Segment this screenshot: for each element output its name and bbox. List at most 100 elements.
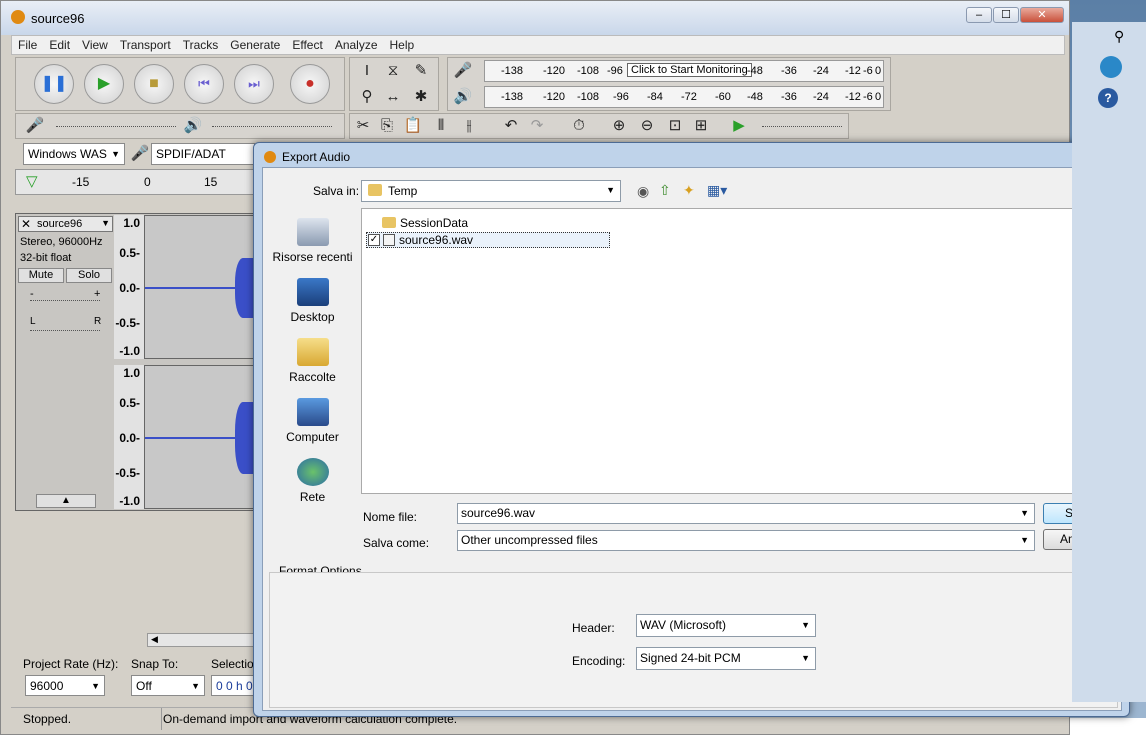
place-network[interactable]: Rete bbox=[270, 458, 355, 504]
place-label: Computer bbox=[286, 430, 339, 444]
filename-input[interactable]: source96.wav ▼ bbox=[457, 503, 1035, 524]
input-device-select[interactable]: SPDIF/ADAT (1+2) bbox=[151, 143, 255, 181]
play-button[interactable]: ▶ bbox=[84, 64, 124, 104]
selection-start-field[interactable]: 0 0 h 0 bbox=[211, 675, 257, 696]
meter-tick: -36 bbox=[781, 65, 797, 77]
pan-slider[interactable] bbox=[30, 330, 100, 331]
input-volume-slider[interactable] bbox=[56, 126, 176, 127]
solo-button[interactable]: Solo bbox=[66, 268, 112, 283]
maximize-button[interactable]: ☐ bbox=[993, 7, 1019, 23]
file-name: source96.wav bbox=[399, 233, 474, 247]
waveform-left-channel[interactable] bbox=[144, 215, 257, 359]
project-rate-select[interactable]: 96000 ▼ bbox=[25, 675, 105, 696]
meter-tick: 0 bbox=[875, 91, 882, 103]
save-type-select[interactable]: Other uncompressed files ▼ bbox=[457, 530, 1035, 551]
zoom-in-icon[interactable]: ⊕ bbox=[608, 115, 630, 137]
menu-transport[interactable]: Transport bbox=[114, 36, 177, 54]
output-volume-slider[interactable] bbox=[212, 126, 332, 127]
skip-end-button[interactable]: ⏭ bbox=[234, 64, 274, 104]
envelope-tool-icon[interactable]: ⧖ bbox=[382, 60, 404, 82]
ruler-label: 15 bbox=[204, 175, 218, 189]
mute-button[interactable]: Mute bbox=[18, 268, 64, 283]
ruler-label: 0 bbox=[144, 175, 151, 189]
new-folder-icon[interactable]: ✦ bbox=[683, 182, 695, 199]
stop-button[interactable]: ■ bbox=[134, 64, 174, 104]
meter-tick: -6 bbox=[863, 65, 873, 77]
skip-start-button[interactable]: ⏮ bbox=[184, 64, 224, 104]
play-head-icon[interactable]: ▽ bbox=[26, 172, 38, 190]
list-item[interactable]: SessionData bbox=[382, 215, 622, 231]
draw-tool-icon[interactable]: ✎ bbox=[410, 60, 432, 82]
header-select[interactable]: WAV (Microsoft) ▼ bbox=[636, 614, 816, 637]
view-menu-icon[interactable]: ▦▾ bbox=[707, 182, 727, 199]
undo-icon[interactable]: ↶ bbox=[500, 115, 522, 137]
close-track-icon[interactable]: ✕ bbox=[21, 217, 31, 231]
timeline-ruler[interactable]: ▽ -15 0 15 bbox=[15, 169, 257, 195]
input-volume-icon: 🎤 bbox=[25, 117, 45, 134]
up-folder-icon[interactable]: ⇧ bbox=[659, 182, 671, 199]
scroll-left-icon[interactable]: ◀ bbox=[151, 634, 158, 645]
menu-file[interactable]: File bbox=[12, 36, 43, 54]
fit-selection-icon[interactable]: ⊡ bbox=[664, 115, 686, 137]
monitor-tooltip[interactable]: Click to Start Monitoring bbox=[627, 63, 752, 77]
multi-tool-icon[interactable]: ✱ bbox=[410, 86, 432, 108]
paste-icon[interactable]: 📋 bbox=[402, 115, 424, 137]
meter-tick: -6 bbox=[863, 91, 873, 103]
libraries-icon bbox=[296, 338, 329, 366]
collapse-track-icon[interactable]: ▲ bbox=[36, 494, 96, 508]
file-list[interactable]: SessionData ✓ source96.wav bbox=[361, 208, 1119, 494]
host-select[interactable]: Windows WAS ▼ bbox=[23, 143, 125, 165]
back-icon[interactable]: ◉ bbox=[637, 183, 649, 200]
gain-minus-label: - bbox=[30, 288, 34, 300]
redo-icon[interactable]: ↷ bbox=[526, 115, 548, 137]
zoom-out-icon[interactable]: ⊖ bbox=[636, 115, 658, 137]
playback-meter[interactable]: -138 -120 -108 -96 -84 -72 -60 -48 -36 -… bbox=[484, 86, 884, 108]
folder-icon bbox=[368, 184, 382, 196]
silence-icon[interactable]: ⫲ bbox=[458, 115, 480, 137]
trim-icon[interactable]: ⫴ bbox=[430, 115, 452, 137]
encoding-select[interactable]: Signed 24-bit PCM ▼ bbox=[636, 647, 816, 670]
record-meter[interactable]: -138 -120 -108 -96 Click to Start Monito… bbox=[484, 60, 884, 82]
close-button[interactable]: ✕ bbox=[1020, 7, 1064, 23]
selection-tool-icon[interactable]: I bbox=[356, 60, 378, 82]
selection-toolbar: Project Rate (Hz): 96000 ▼ Snap To: Off ▼ … bbox=[11, 649, 261, 707]
list-item-selected[interactable]: ✓ source96.wav bbox=[366, 232, 610, 248]
scale-label: -0.5- bbox=[115, 316, 140, 330]
place-libraries[interactable]: Raccolte bbox=[270, 338, 355, 384]
menu-generate[interactable]: Generate bbox=[224, 36, 286, 54]
fit-project-icon[interactable]: ⊞ bbox=[690, 115, 712, 137]
minimize-button[interactable]: – bbox=[966, 7, 992, 23]
play-speed-slider[interactable] bbox=[762, 126, 842, 127]
menu-edit[interactable]: Edit bbox=[43, 36, 76, 54]
zoom-tool-icon[interactable]: ⚲ bbox=[356, 86, 378, 108]
waveform-right-channel[interactable] bbox=[144, 365, 257, 509]
place-computer[interactable]: Computer bbox=[270, 398, 355, 444]
status-left: Stopped. bbox=[23, 712, 72, 726]
network-icon bbox=[296, 458, 329, 486]
save-in-select[interactable]: Temp ▼ bbox=[361, 180, 621, 202]
place-desktop[interactable]: Desktop bbox=[270, 278, 355, 324]
checkbox-icon[interactable]: ✓ bbox=[368, 234, 380, 246]
timeshift-tool-icon[interactable]: ↔ bbox=[382, 86, 404, 108]
track-name-bar[interactable]: ✕ source96 ▼ bbox=[18, 216, 113, 232]
gain-slider[interactable] bbox=[30, 300, 100, 301]
menu-analyze[interactable]: Analyze bbox=[329, 36, 384, 54]
copy-icon[interactable]: ⎘ bbox=[376, 115, 398, 137]
header-value: WAV (Microsoft) bbox=[640, 618, 726, 632]
menu-view[interactable]: View bbox=[76, 36, 114, 54]
sync-lock-icon[interactable]: ⏱ bbox=[568, 115, 590, 137]
record-button[interactable]: ● bbox=[290, 64, 330, 104]
place-recent[interactable]: Risorse recenti bbox=[270, 218, 355, 264]
audacity-titlebar: source96 – ☐ ✕ bbox=[1, 1, 1069, 35]
meter-tick: -96 bbox=[613, 91, 629, 103]
speaker-icon[interactable]: 🔊 bbox=[452, 86, 474, 108]
horizontal-scrollbar[interactable]: ◀ bbox=[147, 633, 257, 647]
play-at-speed-icon[interactable]: ▶ bbox=[728, 115, 750, 137]
microphone-icon[interactable]: 🎤 bbox=[452, 60, 474, 82]
snap-select[interactable]: Off ▼ bbox=[131, 675, 205, 696]
menu-help[interactable]: Help bbox=[384, 36, 421, 54]
menu-effect[interactable]: Effect bbox=[286, 36, 328, 54]
menu-tracks[interactable]: Tracks bbox=[177, 36, 225, 54]
cut-icon[interactable]: ✂ bbox=[352, 115, 374, 137]
pause-button[interactable]: ❚❚ bbox=[34, 64, 74, 104]
